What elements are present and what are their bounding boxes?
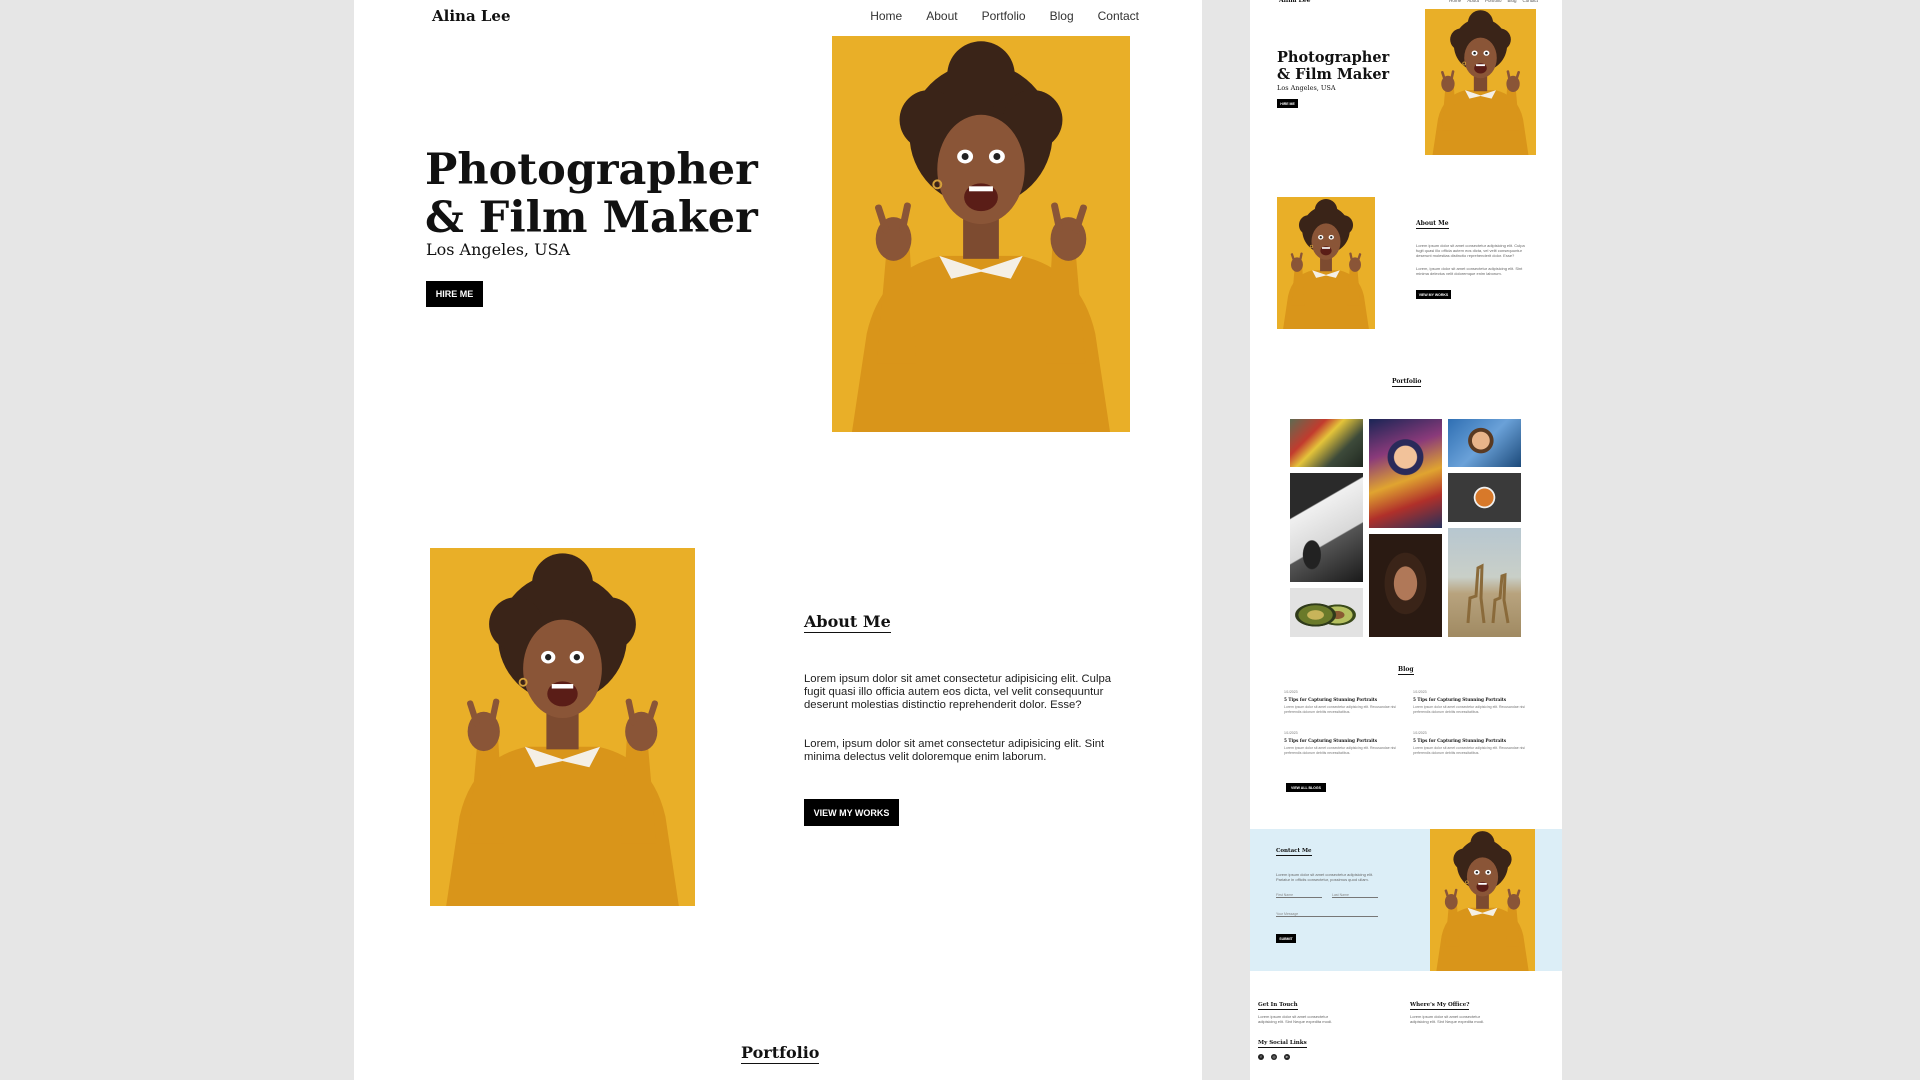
get-in-touch-text: Lorem ipsum dolor sit amet consectetur a… <box>1258 1014 1333 1024</box>
mini-about-paragraph-1: Lorem ipsum dolor sit amet consectetur a… <box>1416 243 1525 258</box>
mini-about-title: About Me <box>1416 220 1449 229</box>
submit-button[interactable]: SUBMIT <box>1276 934 1296 943</box>
social-links-title: My Social Links <box>1258 1040 1307 1048</box>
mini-blog-title: Blog <box>1398 666 1414 675</box>
blog-post-3[interactable]: 1/1/2023 5 Tips for Capturing Stunning P… <box>1284 731 1396 755</box>
blog-post-title: 5 Tips for Capturing Stunning Portraits <box>1284 697 1378 702</box>
blog-post-snippet: Lorem ipsum dolor sit amet consectetur a… <box>1413 746 1525 755</box>
full-page-preview: Alina Lee Home About Portfolio Blog Cont… <box>1250 0 1562 1080</box>
mini-hero-title: Photographer & Film Maker <box>1277 49 1389 83</box>
mini-hero-image <box>1425 9 1536 155</box>
about-title: About Me <box>804 612 891 633</box>
blog-post-snippet: Lorem ipsum dolor sit amet consectetur a… <box>1284 746 1396 755</box>
mini-contact-title: Contact Me <box>1276 848 1312 856</box>
blog-post-title: 5 Tips for Capturing Stunning Portraits <box>1284 738 1378 743</box>
mini-about-paragraph-2: Lorem, ipsum dolor sit amet consectetur … <box>1416 266 1523 276</box>
hero-location: Los Angeles, USA <box>426 240 571 259</box>
office-text: Lorem ipsum dolor sit amet consectetur a… <box>1410 1014 1485 1024</box>
mini-hero-location: Los Angeles, USA <box>1277 84 1336 92</box>
mini-nav-portfolio: Portfolio <box>1484 0 1502 3</box>
get-in-touch-title: Get In Touch <box>1258 1002 1298 1010</box>
portfolio-tile-white-car[interactable] <box>1290 473 1363 582</box>
mini-nav-about: About <box>1467 0 1479 3</box>
hire-me-button[interactable]: HIRE ME <box>426 281 483 307</box>
mini-nav-blog: Blog <box>1507 0 1517 3</box>
blog-post-date: 1/1/2023 <box>1413 731 1427 735</box>
linkedin-icon[interactable]: in <box>1284 1054 1290 1060</box>
view-all-blogs-button[interactable]: VIEW ALL BLOGS <box>1286 783 1326 792</box>
portfolio-tile-city-street[interactable] <box>1290 419 1363 467</box>
last-name-field[interactable]: Last Name <box>1332 893 1378 898</box>
portfolio-tile-food-plate[interactable] <box>1448 473 1521 522</box>
contact-text: Lorem ipsum dolor sit amet consectetur a… <box>1276 872 1374 882</box>
view-my-works-button[interactable]: VIEW MY WORKS <box>804 799 899 826</box>
nav-home[interactable]: Home <box>870 9 902 23</box>
main-page-preview: Alina Lee Home About Portfolio Blog Cont… <box>354 0 1202 1080</box>
nav-about[interactable]: About <box>926 9 957 23</box>
blog-post-2[interactable]: 1/1/2023 5 Tips for Capturing Stunning P… <box>1413 690 1525 714</box>
site-brand[interactable]: Alina Lee <box>432 7 511 25</box>
blog-post-date: 1/1/2023 <box>1413 690 1427 694</box>
portfolio-title: Portfolio <box>741 1043 820 1064</box>
portfolio-tile-avocado[interactable] <box>1290 588 1363 637</box>
portfolio-tile-painted-portrait[interactable] <box>1369 419 1442 528</box>
blog-post-1[interactable]: 1/1/2023 5 Tips for Capturing Stunning P… <box>1284 690 1396 714</box>
portfolio-tile-woman-portrait[interactable] <box>1369 534 1442 637</box>
office-title: Where's My Office? <box>1410 1002 1470 1010</box>
mini-view-works-button: VIEW MY WORKS <box>1416 290 1451 299</box>
about-portrait-image <box>430 548 695 906</box>
mini-hero-title-line-1: Photographer <box>1277 49 1390 66</box>
mini-hero-title-line-2: & Film Maker <box>1277 66 1390 83</box>
blog-post-title: 5 Tips for Capturing Stunning Portraits <box>1413 697 1507 702</box>
mini-nav: Home About Portfolio Blog Contact <box>1449 0 1538 3</box>
blog-post-snippet: Lorem ipsum dolor sit amet consectetur a… <box>1413 705 1525 714</box>
mini-nav-home: Home <box>1449 0 1462 3</box>
contact-portrait-image <box>1430 829 1535 971</box>
nav-contact[interactable]: Contact <box>1098 9 1139 23</box>
hero-portrait-image <box>832 36 1130 432</box>
mini-brand: Alina Lee <box>1279 0 1311 4</box>
mini-hire-me-button: HIRE ME <box>1277 99 1298 108</box>
hero-title: Photographer & Film Maker <box>425 146 758 242</box>
giraffe-silhouettes <box>1466 563 1510 624</box>
mini-about-image <box>1277 197 1375 329</box>
facebook-icon[interactable]: f <box>1258 1054 1264 1060</box>
portfolio-tile-giraffes[interactable] <box>1448 528 1521 637</box>
blog-post-date: 1/1/2023 <box>1284 690 1298 694</box>
main-nav: Home About Portfolio Blog Contact <box>870 9 1139 23</box>
blog-post-title: 5 Tips for Capturing Stunning Portraits <box>1413 738 1507 743</box>
about-paragraph-2: Lorem, ipsum dolor sit amet consectetur … <box>804 738 1105 763</box>
message-field[interactable]: Your Message <box>1276 912 1378 917</box>
blog-post-snippet: Lorem ipsum dolor sit amet consectetur a… <box>1284 705 1396 714</box>
nav-portfolio[interactable]: Portfolio <box>982 9 1026 23</box>
portfolio-tile-child-portrait[interactable] <box>1448 419 1521 467</box>
hero-title-line-2: & Film Maker <box>425 193 758 243</box>
blog-post-4[interactable]: 1/1/2023 5 Tips for Capturing Stunning P… <box>1413 731 1525 755</box>
first-name-field[interactable]: First Name <box>1276 893 1322 898</box>
mini-portfolio-title: Portfolio <box>1392 378 1422 387</box>
about-paragraph-1: Lorem ipsum dolor sit amet consectetur a… <box>804 673 1112 711</box>
hero-title-line-1: Photographer <box>425 145 758 195</box>
instagram-icon[interactable]: ◎ <box>1271 1054 1277 1060</box>
blog-post-date: 1/1/2023 <box>1284 731 1298 735</box>
mini-nav-contact: Contact <box>1522 0 1538 3</box>
nav-blog[interactable]: Blog <box>1050 9 1074 23</box>
